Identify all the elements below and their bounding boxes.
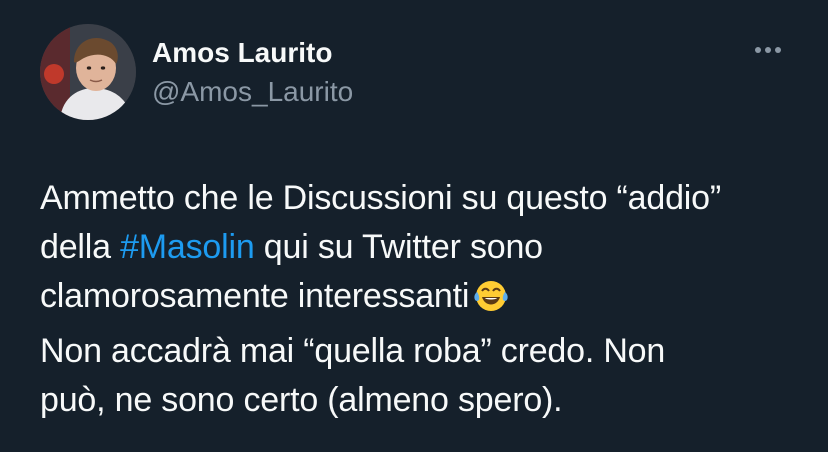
- more-horizontal-icon: [765, 47, 771, 53]
- tweet-text-line: clamorosamente interessanti: [40, 272, 810, 327]
- tweet-text-segment: clamorosamente interessanti: [40, 277, 470, 315]
- tweet-text-line: della #Masolin qui su Twitter sono: [40, 223, 810, 272]
- tweet-text: Ammetto che le Discussioni su questo “ad…: [40, 174, 810, 425]
- more-horizontal-icon: [775, 47, 781, 53]
- face-with-tears-of-joy-emoji: [473, 278, 509, 327]
- tweet-text-line: Non accadrà mai “quella roba” credo. Non: [40, 332, 666, 370]
- avatar-image: [40, 24, 136, 120]
- more-options-button[interactable]: [750, 38, 786, 62]
- avatar[interactable]: [40, 24, 136, 120]
- more-horizontal-icon: [755, 47, 761, 53]
- tweet-text-line: Ammetto che le Discussioni su questo “ad…: [40, 179, 721, 217]
- hashtag-link[interactable]: #Masolin: [120, 228, 255, 266]
- tweet-card: Amos Laurito @Amos_Laurito Ammetto che l…: [0, 0, 828, 452]
- author-info: Amos Laurito @Amos_Laurito: [152, 36, 353, 110]
- tweet-text-segment: della: [40, 228, 121, 266]
- tweet-text-line: può, ne sono certo (almeno spero).: [40, 381, 563, 419]
- tweet-text-segment: qui su Twitter sono: [254, 228, 543, 266]
- user-handle[interactable]: @Amos_Laurito: [152, 74, 353, 110]
- display-name[interactable]: Amos Laurito: [152, 36, 353, 70]
